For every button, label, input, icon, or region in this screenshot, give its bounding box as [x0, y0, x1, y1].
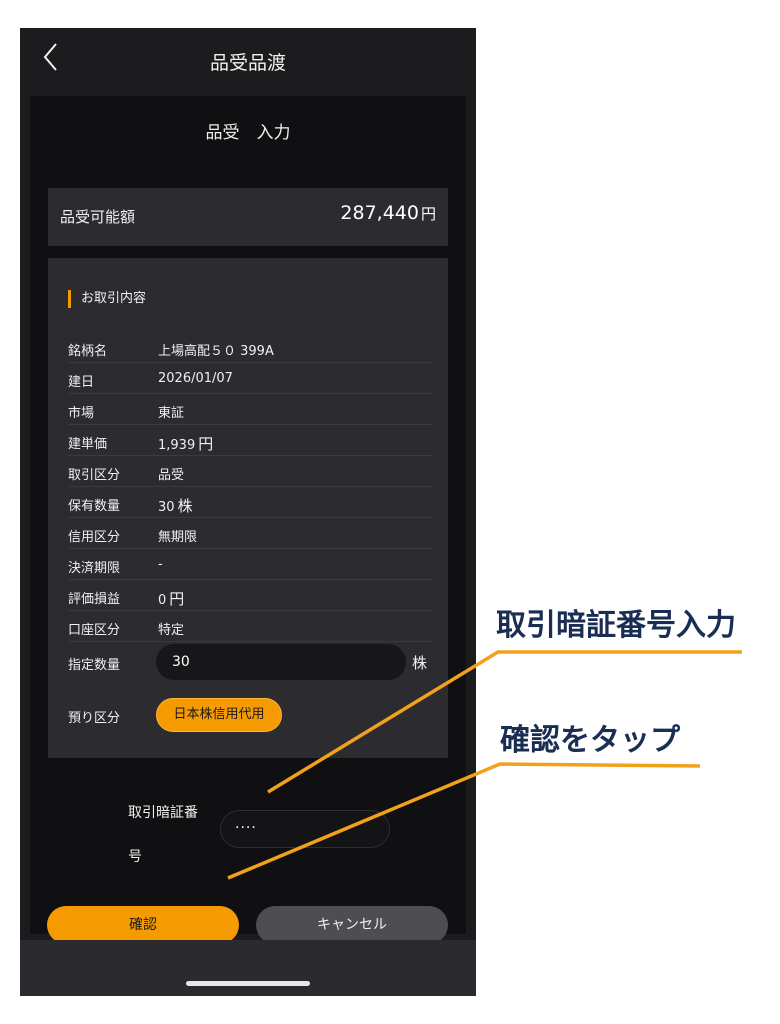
row-label: 評価損益 [68, 592, 121, 607]
input-panel: 品受 入力 品受可能額 287,440 円 お取引内容 銘柄名 上場高配５０ 39… [30, 96, 466, 944]
row-value-unit: 円 [198, 435, 214, 453]
confirm-button[interactable]: 確認 [47, 906, 239, 944]
row-label: 取引区分 [68, 468, 121, 483]
detail-row-trade-type: 取引区分 品受 [68, 456, 433, 487]
row-value-unit: 株 [177, 497, 193, 515]
page-title: 品受品渡 [209, 52, 286, 74]
available-amount-box: 品受可能額 287,440 円 [48, 188, 448, 246]
row-value: 1,939 円 [158, 433, 213, 454]
quantity-unit: 株 [412, 654, 428, 672]
quantity-input[interactable]: 30 [156, 644, 406, 680]
row-label: 信用区分 [68, 530, 121, 545]
row-value-text: 品受 [158, 468, 185, 483]
row-value-unit: 円 [169, 590, 185, 608]
detail-row-credit-type: 信用区分 無期限 [68, 518, 433, 549]
row-label: 銘柄名 [68, 344, 108, 359]
panel-title: 品受 入力 [205, 123, 291, 143]
row-value-text: 30 [158, 500, 175, 515]
row-value: - [158, 557, 163, 572]
available-amount-number: 287,440 [340, 202, 419, 224]
row-label: 口座区分 [68, 623, 121, 638]
row-label: 保有数量 [68, 499, 121, 514]
available-amount-label: 品受可能額 [60, 208, 136, 226]
deposit-type-label: 預り区分 [68, 711, 121, 726]
detail-row-holding-qty: 保有数量 30 株 [68, 487, 433, 518]
bottom-bar [20, 940, 476, 996]
row-value: 品受 [158, 464, 184, 483]
row-label: 建単価 [68, 437, 108, 452]
row-value: 0円 [158, 588, 184, 609]
password-label-continued: 号 [128, 849, 142, 865]
row-label: 市場 [68, 406, 95, 421]
detail-row-settlement-deadline: 決済期限 - [68, 549, 433, 580]
row-value-text: 上場高配５０ 399A [158, 344, 274, 359]
available-amount-value: 287,440 円 [340, 202, 436, 224]
detail-row-market: 市場 東証 [68, 394, 433, 425]
detail-row-account-type: 口座区分 特定 [68, 611, 433, 642]
detail-row-open-date: 建日 2026/01/07 [68, 363, 433, 394]
phone-screen: 品受品渡 品受 入力 品受可能額 287,440 円 お取引内容 銘柄名 上場高配… [20, 28, 476, 996]
row-value: 上場高配５０ 399A [158, 340, 274, 359]
row-value: 無期限 [158, 526, 197, 545]
row-value-text: 2026/01/07 [158, 371, 233, 386]
deposit-type-option-button[interactable]: 日本株信用代用 [156, 698, 282, 732]
password-label: 取引暗証番 [128, 805, 198, 821]
row-value-text: - [158, 557, 163, 572]
row-value: 2026/01/07 [158, 371, 233, 386]
detail-row-stock-name: 銘柄名 上場高配５０ 399A [68, 332, 433, 363]
annotation-confirm-hint: 確認をタップ [500, 723, 680, 758]
top-bar: 品受品渡 [20, 28, 476, 90]
transaction-details: お取引内容 銘柄名 上場高配５０ 399A 建日 2026/01/07 市場 東… [48, 258, 448, 758]
row-value-text: 特定 [158, 623, 185, 638]
row-value: 30 株 [158, 495, 193, 516]
row-value: 東証 [158, 402, 184, 421]
row-value-text: 東証 [158, 406, 185, 421]
row-value-text: 0 [158, 593, 167, 608]
trading-password-input[interactable]: ···· [220, 810, 390, 848]
section-heading: お取引内容 [68, 290, 146, 308]
row-label: 決済期限 [68, 561, 121, 576]
home-indicator[interactable] [186, 981, 310, 986]
detail-row-unit-price: 建単価 1,939 円 [68, 425, 433, 456]
row-value-text: 1,939 [158, 438, 196, 453]
quantity-label: 指定数量 [68, 658, 121, 673]
available-amount-unit: 円 [420, 205, 436, 223]
row-value-text: 無期限 [158, 530, 198, 545]
detail-row-unrealized-pl: 評価損益 0円 [68, 580, 433, 611]
row-label: 建日 [68, 375, 95, 390]
row-value: 特定 [158, 619, 184, 638]
annotation-password-hint: 取引暗証番号入力 [496, 608, 736, 643]
cancel-button[interactable]: キャンセル [256, 906, 448, 944]
